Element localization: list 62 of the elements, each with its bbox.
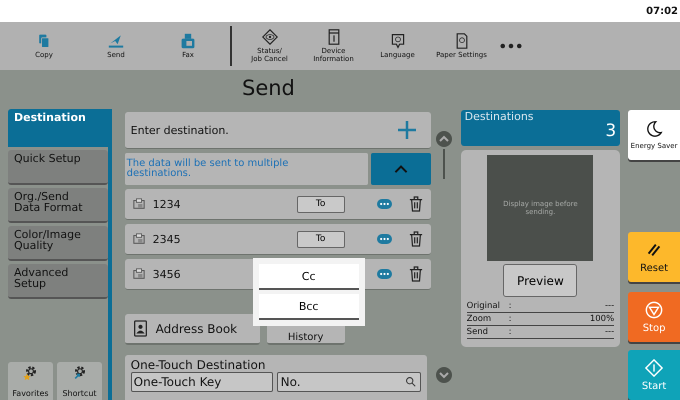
trash-icon[interactable] (408, 266, 423, 282)
speech-bubble-icon (390, 32, 406, 49)
stop-icon (645, 300, 664, 318)
count-label: Destinations (464, 110, 535, 123)
info-colon: : (508, 301, 512, 311)
device-info-icon (326, 28, 342, 45)
clock: 07:02 (646, 6, 678, 16)
info-colon: : (508, 327, 512, 337)
recipient-type-button[interactable]: To (296, 196, 345, 212)
fax-icon (132, 198, 145, 210)
address-book-icon (132, 320, 148, 337)
more-icon[interactable] (376, 269, 392, 279)
search-icon (404, 376, 416, 387)
trash-icon[interactable] (408, 196, 423, 212)
one-touch-key-button[interactable]: One-Touch Key (130, 372, 273, 392)
eye-icon (262, 28, 278, 45)
info-label: Zoom (466, 314, 492, 324)
scroll-up-icon[interactable] (436, 131, 452, 147)
gear-icon (22, 364, 38, 380)
destination-row[interactable]: 2345 To (124, 224, 431, 255)
number-search-field[interactable]: No. (276, 372, 421, 392)
info-value: --- (604, 327, 614, 337)
info-colon: : (508, 314, 512, 324)
preview-button[interactable]: Preview (503, 264, 578, 297)
sidebar-tab[interactable]: Quick Setup (8, 150, 108, 185)
screen-title: Send (242, 76, 295, 100)
sidebar-tab[interactable]: Org./Send Data Format (8, 188, 108, 223)
info-value: --- (604, 301, 614, 311)
entry-label: Enter destination. (130, 124, 229, 136)
fax-icon (132, 268, 145, 280)
destination-number: 3456 (152, 268, 182, 280)
hard-key[interactable]: Reset (628, 232, 680, 282)
trash-icon[interactable] (408, 231, 423, 247)
more-icon[interactable] (500, 43, 522, 49)
scroll-down-icon[interactable] (436, 367, 452, 383)
sidebar-tab[interactable]: Advanced Setup (8, 264, 108, 299)
moon-icon (645, 120, 664, 138)
shortcut-button[interactable]: Favorites (8, 362, 53, 400)
menu-item[interactable]: Cc (258, 264, 359, 290)
destination-number: 1234 (152, 198, 182, 210)
destination-row[interactable]: 1234 To (124, 189, 431, 220)
start-icon (645, 358, 664, 376)
recipient-type-button[interactable]: To (296, 230, 345, 248)
fax-icon (180, 32, 196, 49)
source-tab[interactable]: Address Book (124, 314, 260, 345)
notice-message: The data will be sent to multiple destinations. (124, 153, 368, 185)
more-icon[interactable] (376, 234, 392, 244)
menu-item[interactable]: Bcc (258, 294, 359, 320)
info-label: Original (466, 301, 501, 311)
info-label: Send (466, 327, 490, 337)
gear-icon (72, 364, 88, 380)
shortcut-button[interactable]: Shortcut (57, 362, 102, 400)
chevron-icon (392, 164, 409, 174)
fax-icon (132, 233, 145, 245)
panel-title: One-Touch Destination (130, 358, 266, 372)
sidebar-tab[interactable]: Color/Image Quality (8, 226, 108, 261)
sidebar-tab[interactable]: Destination (8, 109, 108, 147)
count-value: 3 (605, 123, 616, 140)
info-value: 100% (590, 314, 614, 324)
destination-entry-field[interactable]: Enter destination. (124, 112, 431, 149)
more-icon[interactable] (376, 199, 392, 209)
destination-number: 2345 (152, 232, 182, 246)
